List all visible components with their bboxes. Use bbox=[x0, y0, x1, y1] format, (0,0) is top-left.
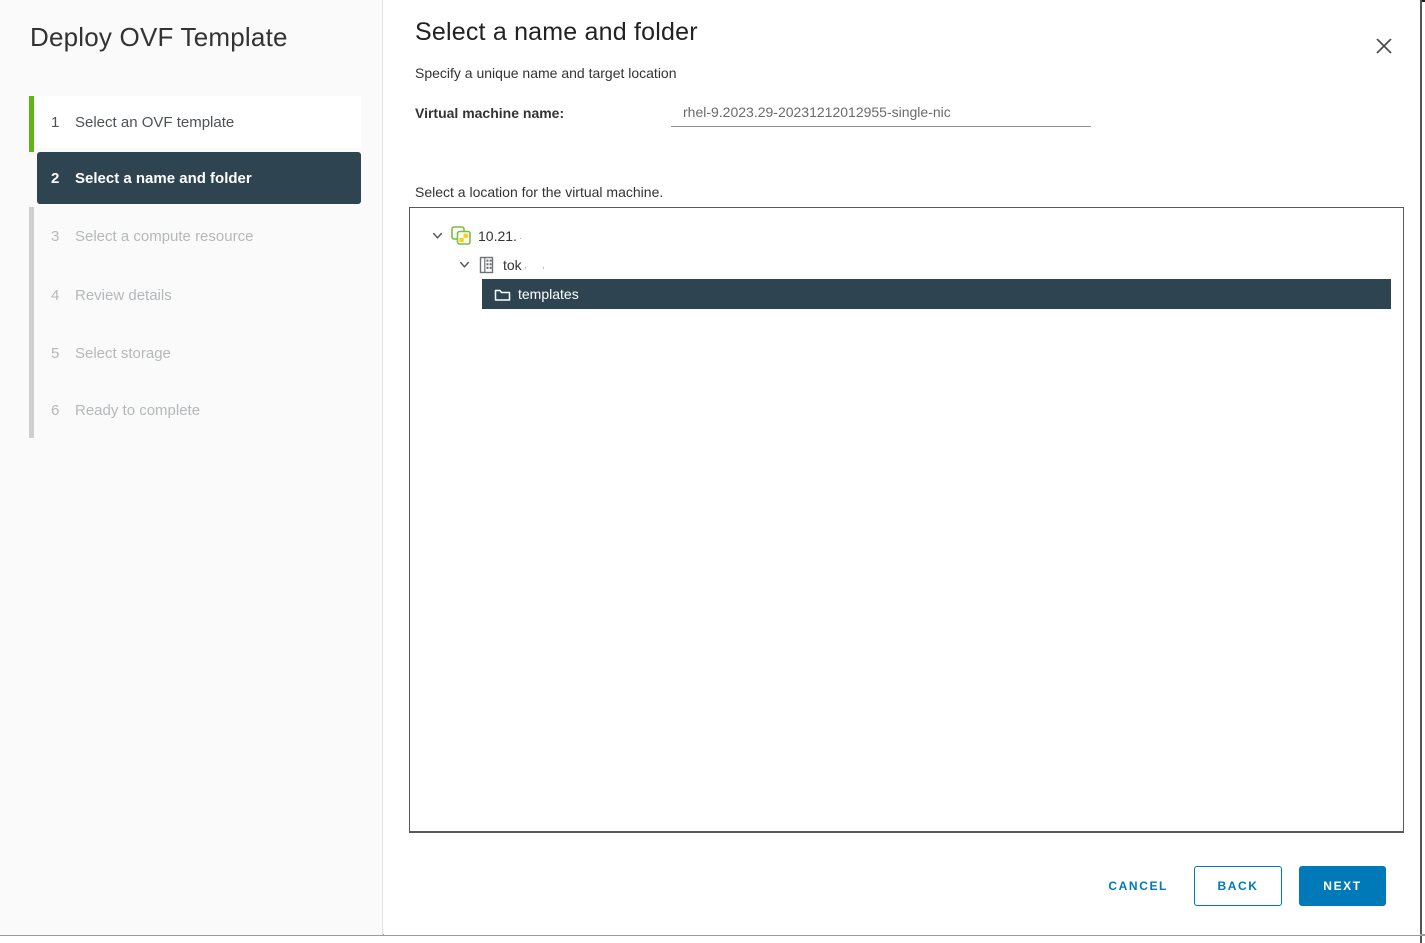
location-instruction: Select a location for the virtual machin… bbox=[415, 184, 664, 200]
datacenter-icon bbox=[478, 256, 496, 274]
step-label: Select a name and folder bbox=[75, 169, 252, 187]
step-number: 6 bbox=[51, 401, 60, 419]
back-button[interactable]: BACK bbox=[1194, 866, 1282, 906]
step-item-select-storage: 5 Select storage bbox=[37, 339, 361, 367]
step-item-select-ovf-template[interactable]: 1 Select an OVF template bbox=[37, 96, 361, 148]
redacted-text: , , bbox=[523, 258, 551, 271]
deploy-ovf-dialog: Deploy OVF Template 1 Select an OVF temp… bbox=[0, 0, 1425, 943]
step-label: Review details bbox=[75, 286, 172, 304]
vm-name-label: Virtual machine name: bbox=[415, 105, 565, 121]
step-number: 5 bbox=[51, 344, 60, 362]
vm-name-row: Virtual machine name: bbox=[415, 102, 1091, 127]
step-label: Select a compute resource bbox=[75, 227, 254, 245]
page-title: Select a name and folder bbox=[415, 18, 698, 46]
tree-node-vcenter[interactable]: 10.21. . bbox=[410, 221, 1403, 250]
step-item-select-compute-resource: 3 Select a compute resource bbox=[37, 222, 361, 250]
vm-name-input[interactable] bbox=[671, 102, 1091, 127]
next-button[interactable]: NEXT bbox=[1299, 866, 1386, 906]
close-icon bbox=[1376, 37, 1392, 54]
tree-node-datacenter[interactable]: tok , , bbox=[410, 250, 1403, 279]
step-label: Ready to complete bbox=[75, 401, 201, 419]
step-item-ready-to-complete: 6 Ready to complete bbox=[37, 396, 361, 424]
step-number: 4 bbox=[51, 286, 60, 304]
cancel-button[interactable]: CANCEL bbox=[1094, 869, 1182, 903]
dialog-title: Deploy OVF Template bbox=[30, 22, 288, 52]
tree-node-label: templates bbox=[518, 286, 579, 302]
step-item-select-name-folder[interactable]: 2 Select a name and folder bbox=[37, 152, 361, 204]
step-number: 2 bbox=[51, 169, 60, 187]
step-item-review-details: 4 Review details bbox=[37, 281, 361, 309]
window-right-border bbox=[1420, 0, 1422, 943]
step-number: 3 bbox=[51, 227, 60, 245]
folder-icon bbox=[494, 287, 511, 302]
tree-node-label: 10.21. bbox=[478, 227, 517, 244]
step-number: 1 bbox=[51, 113, 60, 131]
step-label: Select an OVF template bbox=[75, 113, 235, 131]
wizard-content-pane: Select a name and folder Specify a uniqu… bbox=[384, 0, 1420, 935]
step-progress-bar-green bbox=[29, 96, 34, 152]
step-description: Specify a unique name and target locatio… bbox=[415, 65, 677, 81]
vcenter-icon bbox=[451, 226, 471, 245]
chevron-down-icon[interactable] bbox=[430, 229, 444, 243]
close-button[interactable] bbox=[1370, 33, 1398, 61]
folder-tree: 10.21. . tok , , templates bbox=[409, 207, 1404, 833]
tree-node-label: tok bbox=[503, 256, 522, 273]
tree-node-templates-folder[interactable]: templates bbox=[482, 279, 1391, 309]
wizard-sidebar: Deploy OVF Template 1 Select an OVF temp… bbox=[0, 0, 383, 935]
step-label: Select storage bbox=[75, 344, 171, 362]
redacted-text: . bbox=[518, 229, 528, 242]
chevron-down-icon[interactable] bbox=[457, 258, 471, 272]
step-progress-rail bbox=[29, 207, 34, 438]
wizard-footer: CANCEL BACK NEXT bbox=[1094, 866, 1386, 906]
